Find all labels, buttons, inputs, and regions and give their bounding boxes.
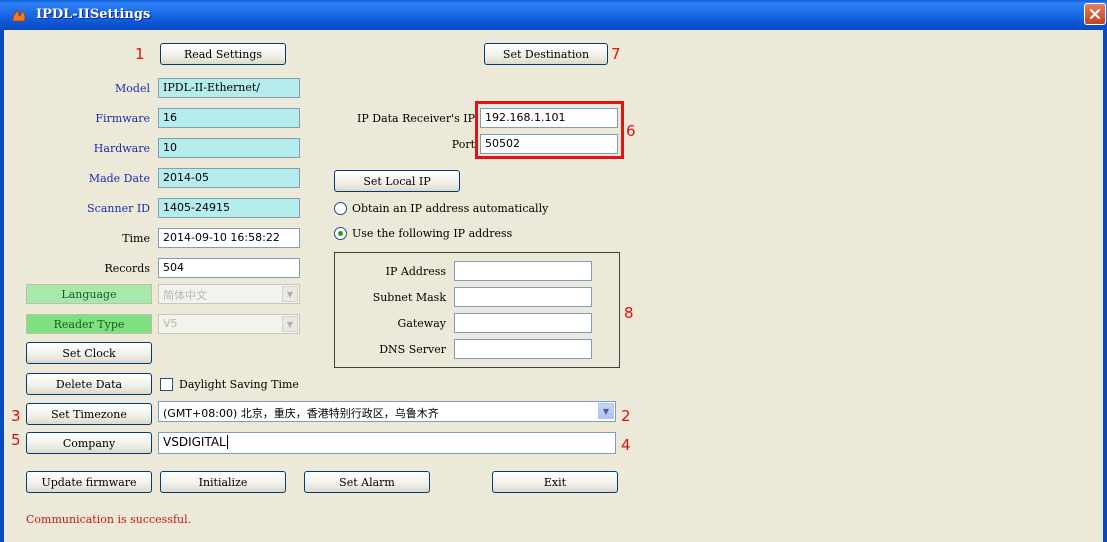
close-icon[interactable]	[1084, 3, 1106, 25]
company-value: VSDIGITAL	[163, 435, 226, 449]
read-settings-button[interactable]: Read Settings	[160, 43, 286, 65]
firmware-field: 16	[158, 108, 300, 128]
hardware-field: 10	[158, 138, 300, 158]
subnet-mask-input[interactable]	[454, 287, 592, 307]
window-border-right	[1103, 30, 1107, 542]
daylight-saving-checkbox[interactable]	[160, 378, 173, 391]
annotation-8: 8	[624, 304, 634, 322]
title-bar: IPDL-IISettings	[0, 0, 1107, 30]
obtain-auto-radio[interactable]	[334, 202, 347, 215]
use-following-radio[interactable]	[334, 227, 347, 240]
model-field: IPDL-II-Ethernet/	[158, 78, 300, 98]
subnet-mask-label: Subnet Mask	[372, 291, 446, 304]
ip-address-label: IP Address	[385, 265, 446, 278]
set-timezone-button[interactable]: Set Timezone	[26, 403, 152, 425]
reader-type-label: Reader Type	[26, 314, 152, 334]
port-label: Port	[451, 138, 475, 151]
annotation-5: 5	[11, 431, 21, 449]
company-input[interactable]: VSDIGITAL	[158, 432, 616, 454]
dns-server-input[interactable]	[454, 339, 592, 359]
update-firmware-button[interactable]: Update firmware	[26, 471, 152, 493]
set-local-ip-button[interactable]: Set Local IP	[334, 170, 460, 192]
language-select: 简体中文 ▼	[158, 284, 300, 304]
annotation-box-destination	[475, 101, 624, 159]
window-title: IPDL-IISettings	[36, 7, 151, 22]
reader-type-value: V5	[163, 317, 178, 330]
made-date-field: 2014-05	[158, 168, 300, 188]
annotation-7: 7	[611, 45, 621, 63]
flame-icon	[12, 9, 26, 22]
time-label: Time	[122, 232, 150, 245]
daylight-saving-label: Daylight Saving Time	[179, 378, 299, 391]
hardware-label: Hardware	[93, 142, 150, 155]
obtain-auto-label: Obtain an IP address automatically	[352, 202, 549, 215]
firmware-label: Firmware	[95, 112, 150, 125]
company-button[interactable]: Company	[26, 432, 152, 454]
timezone-value: (GMT+08:00) 北京，重庆，香港特别行政区，乌鲁木齐	[163, 407, 439, 420]
receiver-ip-label: IP Data Receiver's IP	[357, 112, 475, 125]
chevron-down-icon: ▼	[282, 286, 298, 302]
ip-address-input[interactable]	[454, 261, 592, 281]
annotation-2: 2	[621, 407, 631, 425]
gateway-label: Gateway	[397, 317, 446, 330]
chevron-down-icon: ▼	[282, 316, 298, 332]
gateway-input[interactable]	[454, 313, 592, 333]
set-clock-button[interactable]: Set Clock	[26, 342, 152, 364]
text-cursor	[226, 435, 228, 449]
initialize-button[interactable]: Initialize	[160, 471, 286, 493]
delete-data-button[interactable]: Delete Data	[26, 373, 152, 395]
status-message: Communication is successful.	[26, 513, 192, 526]
time-field[interactable]: 2014-09-10 16:58:22	[158, 228, 300, 248]
made-date-label: Made Date	[88, 172, 150, 185]
set-alarm-button[interactable]: Set Alarm	[304, 471, 430, 493]
annotation-6: 6	[626, 122, 636, 140]
annotation-3: 3	[11, 407, 21, 425]
model-label: Model	[115, 82, 150, 95]
dns-server-label: DNS Server	[379, 343, 446, 356]
set-destination-button[interactable]: Set Destination	[484, 43, 608, 65]
exit-button[interactable]: Exit	[492, 471, 618, 493]
language-label: Language	[26, 284, 152, 304]
annotation-4: 4	[621, 436, 631, 454]
chevron-down-icon[interactable]: ▼	[598, 403, 614, 419]
records-field: 504	[158, 258, 300, 278]
timezone-select[interactable]: (GMT+08:00) 北京，重庆，香港特别行政区，乌鲁木齐 ▼	[158, 401, 616, 422]
use-following-label: Use the following IP address	[352, 227, 513, 240]
scanner-id-label: Scanner ID	[87, 202, 150, 215]
records-label: Records	[104, 262, 150, 275]
annotation-1: 1	[135, 45, 145, 63]
reader-type-select: V5 ▼	[158, 314, 300, 334]
scanner-id-field: 1405-24915	[158, 198, 300, 218]
language-value: 简体中文	[163, 289, 207, 302]
